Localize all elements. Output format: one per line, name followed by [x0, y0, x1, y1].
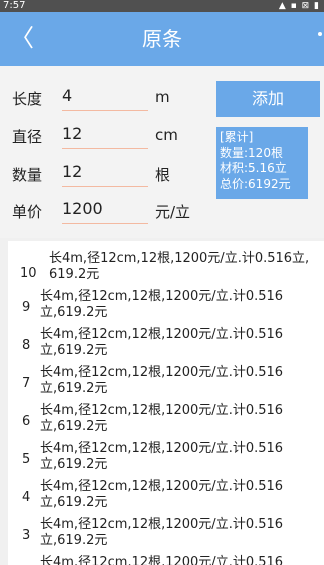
- status-icons: ▲ ▪ ⊠ ▮: [278, 1, 320, 11]
- list-item-number: 4: [22, 490, 31, 505]
- summary-heading: [累计]: [220, 130, 254, 144]
- length-label: 长度: [12, 90, 43, 108]
- diameter-label: 直径: [12, 128, 43, 146]
- list-item-text: 长4m,径12cm,12根,1200元/立.计0.516立,619.2元: [40, 365, 284, 396]
- add-button[interactable]: 添加: [216, 81, 320, 117]
- list-item[interactable]: 10 长4m,径12cm,12根,1200元/立.计0.516立, 619.2元: [8, 249, 324, 287]
- diameter-unit: cm: [155, 126, 178, 144]
- list-item[interactable]: 2 长4m,径12cm,12根,1200元/立.计0.516立,619.2元: [8, 553, 324, 565]
- list-item[interactable]: 5 长4m,径12cm,12根,1200元/立.计0.516立,619.2元: [8, 439, 324, 477]
- length-unit: m: [155, 88, 170, 106]
- list-item-number: 10: [20, 266, 37, 281]
- list-item[interactable]: 6 长4m,径12cm,12根,1200元/立.计0.516立,619.2元: [8, 401, 324, 439]
- list-item-text: 长4m,径12cm,12根,1200元/立.计0.516立,619.2元: [40, 403, 284, 434]
- summary-total: 总价:6192元: [220, 176, 291, 191]
- app-bar: 〈 原条: [0, 12, 324, 66]
- diameter-row: 直径 12 cm: [0, 120, 210, 150]
- status-bar: 7:57 ▲ ▪ ⊠ ▮: [0, 0, 324, 12]
- summary-volume: 材积:5.16立: [220, 161, 287, 175]
- quantity-input[interactable]: 12: [62, 158, 148, 187]
- list-item-text: 长4m,径12cm,12根,1200元/立.计0.516立, 619.2元: [49, 251, 310, 282]
- price-unit: 元/立: [155, 203, 191, 221]
- list-item[interactable]: 3 长4m,径12cm,12根,1200元/立.计0.516立,619.2元: [8, 515, 324, 553]
- price-row: 单价 1200 元/立: [0, 195, 210, 225]
- quantity-label: 数量: [12, 166, 43, 184]
- list-item-text: 长4m,径12cm,12根,1200元/立.计0.516立,619.2元: [40, 441, 284, 472]
- list-item[interactable]: 9 长4m,径12cm,12根,1200元/立.计0.516立,619.2元: [8, 287, 324, 325]
- status-time: 7:57: [3, 0, 26, 11]
- list-item[interactable]: 7 长4m,径12cm,12根,1200元/立.计0.516立,619.2元: [8, 363, 324, 401]
- list-item-text: 长4m,径12cm,12根,1200元/立.计0.516立,619.2元: [40, 517, 284, 548]
- quantity-unit: 根: [155, 166, 171, 184]
- quantity-row: 数量 12 根: [0, 158, 210, 188]
- list-item-number: 8: [22, 338, 31, 353]
- diameter-input[interactable]: 12: [62, 120, 148, 149]
- history-list[interactable]: 10 长4m,径12cm,12根,1200元/立.计0.516立, 619.2元…: [8, 241, 324, 565]
- list-item-text: 长4m,径12cm,12根,1200元/立.计0.516立,619.2元: [40, 289, 284, 320]
- length-row: 长度 4 m: [0, 82, 210, 112]
- list-item-text: 长4m,径12cm,12根,1200元/立.计0.516立,619.2元: [40, 327, 284, 358]
- price-input[interactable]: 1200: [62, 195, 148, 224]
- list-item-number: 7: [22, 376, 31, 391]
- page-title: 原条: [142, 27, 182, 51]
- list-item-number: 6: [22, 414, 31, 429]
- summary-quantity: 数量:120根: [220, 145, 283, 160]
- list-item-number: 5: [22, 452, 31, 467]
- more-menu-icon[interactable]: [318, 32, 322, 36]
- price-label: 单价: [12, 203, 43, 221]
- list-item-text: 长4m,径12cm,12根,1200元/立.计0.516立,619.2元: [40, 555, 284, 565]
- list-item[interactable]: 8 长4m,径12cm,12根,1200元/立.计0.516立,619.2元: [8, 325, 324, 363]
- length-input[interactable]: 4: [62, 82, 148, 111]
- list-item-text: 长4m,径12cm,12根,1200元/立.计0.516立,619.2元: [40, 479, 284, 510]
- summary-panel: [累计] 数量:120根 材积:5.16立 总价:6192元: [216, 127, 308, 199]
- list-item-number: 3: [22, 528, 31, 543]
- list-item[interactable]: 4 长4m,径12cm,12根,1200元/立.计0.516立,619.2元: [8, 477, 324, 515]
- list-item-number: 9: [22, 300, 31, 315]
